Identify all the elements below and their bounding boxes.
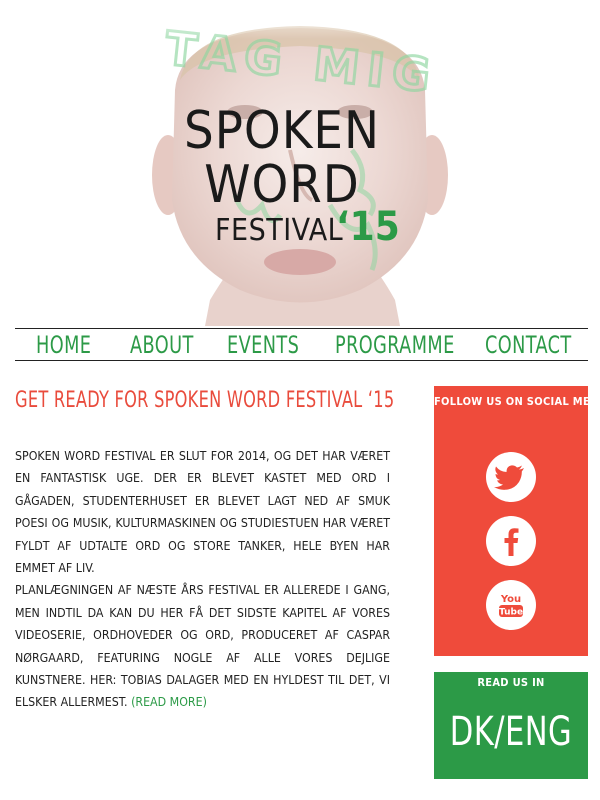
nav-programme[interactable]: PROGRAMME bbox=[335, 329, 455, 360]
youtube-label-you: You bbox=[500, 594, 521, 605]
nav-contact[interactable]: CONTACT bbox=[485, 329, 572, 360]
nav-about[interactable]: ABOUT bbox=[130, 329, 194, 360]
social-media-panel: FOLLOW US ON SOCIAL MEDIA You Tube bbox=[434, 386, 600, 656]
read-more-link[interactable]: (READ MORE) bbox=[131, 695, 207, 709]
youtube-label-tube: Tube bbox=[499, 608, 523, 618]
facebook-icon bbox=[504, 528, 519, 556]
facebook-button[interactable] bbox=[486, 516, 536, 566]
article-headline: GET READY FOR SPOKEN WORD FESTIVAL ‘15 bbox=[15, 388, 395, 413]
youtube-icon: You Tube bbox=[499, 594, 523, 618]
logo-word: WORD bbox=[204, 155, 360, 215]
nav-home[interactable]: HOME bbox=[36, 329, 91, 360]
article-paragraph-text: Planlægningen af næste års festival er a… bbox=[15, 583, 390, 710]
language-toggle[interactable]: DK/ENG bbox=[446, 707, 577, 757]
twitter-icon bbox=[494, 465, 524, 490]
logo-festival: FESTIVAL bbox=[215, 213, 344, 248]
logo-spoken: SPOKEN bbox=[184, 101, 380, 161]
youtube-button[interactable]: You Tube bbox=[486, 580, 536, 630]
twitter-button[interactable] bbox=[486, 452, 536, 502]
social-title: FOLLOW US ON SOCIAL MEDIA bbox=[434, 395, 600, 408]
language-panel: READ US IN DK/ENG bbox=[434, 672, 588, 779]
hero-banner: TAG MIG SPOKEN WORD FESTIVAL ‘15 bbox=[0, 0, 600, 326]
main-nav: HOME ABOUT EVENTS PROGRAMME CONTACT bbox=[15, 328, 588, 361]
language-title: READ US IN bbox=[477, 676, 545, 689]
nav-events[interactable]: EVENTS bbox=[227, 329, 299, 360]
article-paragraph: Spoken Word Festival er slut for 2014, o… bbox=[15, 449, 390, 576]
article-body: Spoken Word Festival er slut for 2014, o… bbox=[15, 445, 390, 714]
article-paragraph: Planlægningen af næste års festival er a… bbox=[15, 579, 390, 713]
logo-year: ‘15 bbox=[336, 204, 400, 250]
